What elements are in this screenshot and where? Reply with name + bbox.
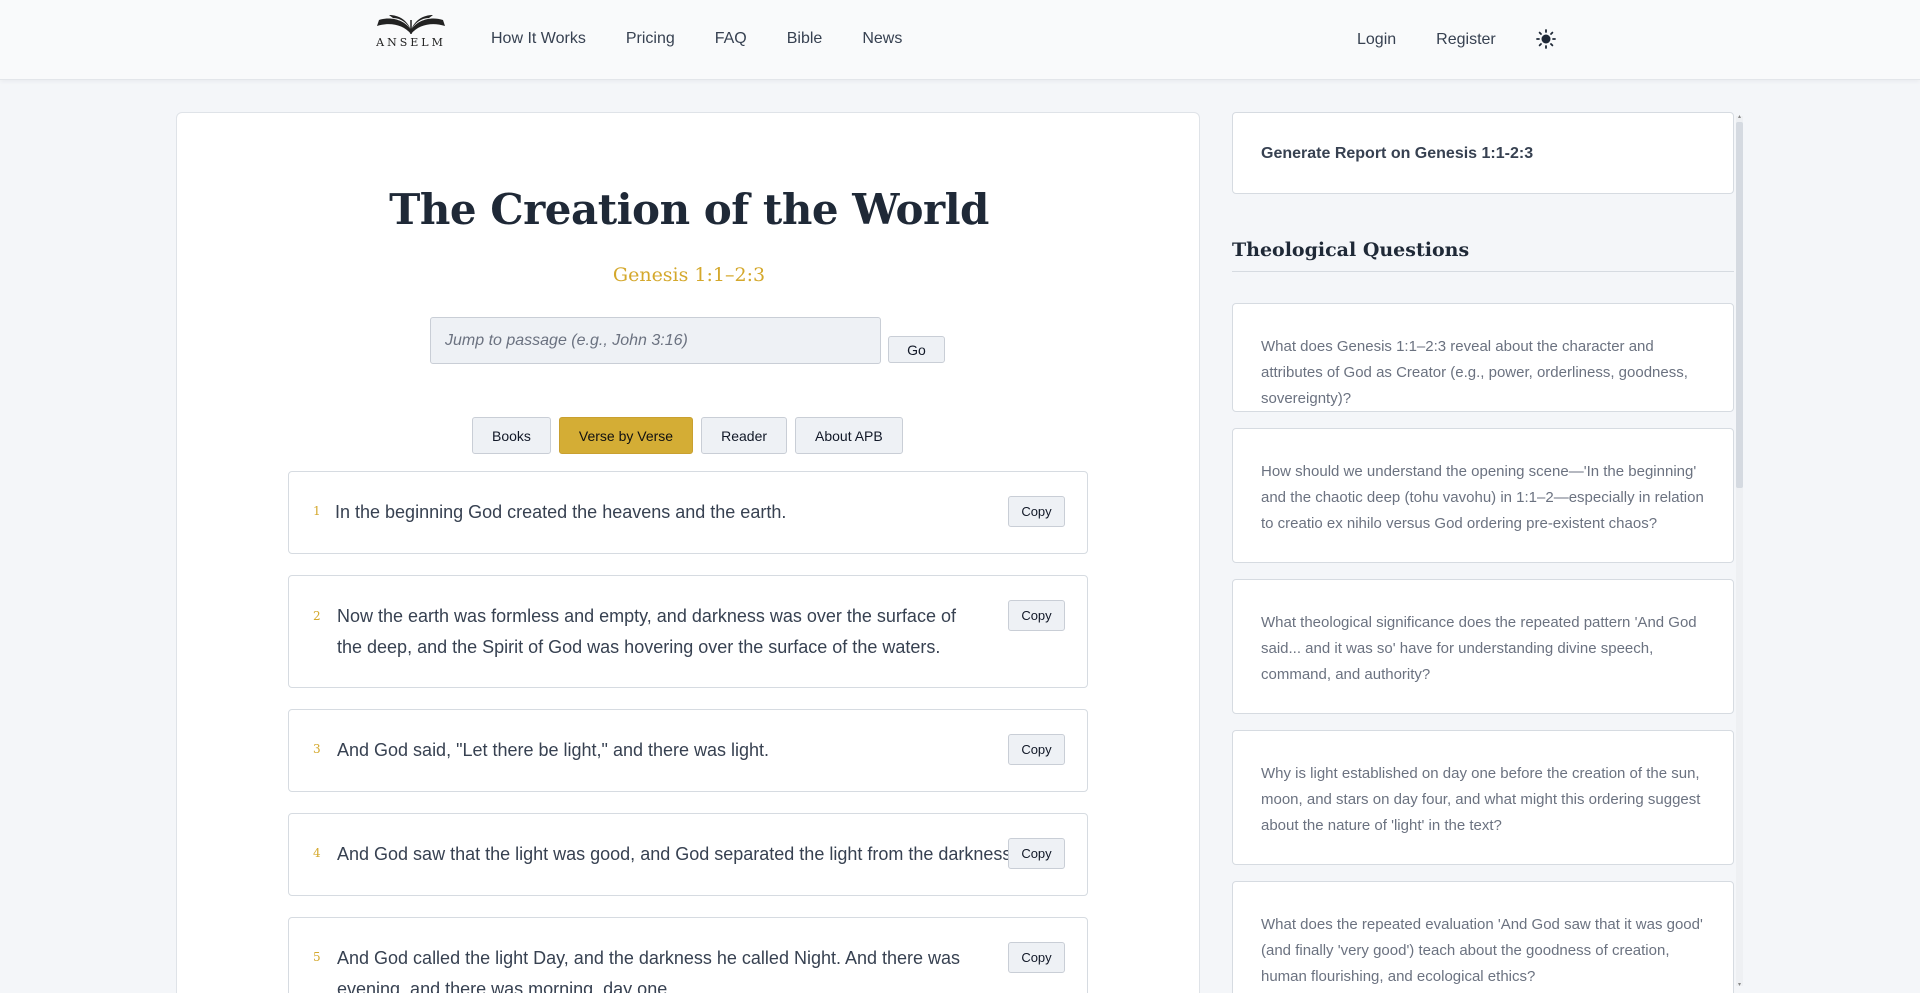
verse-card: 1 In the beginning God created the heave… [288, 471, 1088, 554]
verse-card: 3 And God said, "Let there be light," an… [288, 709, 1088, 792]
verse-card: 2 Now the earth was formless and empty, … [288, 575, 1088, 688]
verse-number: 5 [313, 950, 321, 964]
passage-reference: Genesis 1:1–2:3 [612, 264, 766, 286]
go-button[interactable]: Go [888, 336, 945, 363]
verse-card: 4 And God saw that the light was good, a… [288, 813, 1088, 896]
tab-verse-by-verse[interactable]: Verse by Verse [558, 417, 694, 454]
register-link[interactable]: Register [1436, 31, 1496, 49]
scroll-up-arrow-icon[interactable]: ▴ [1736, 114, 1743, 120]
question-card[interactable]: Why is light established on day one befo… [1232, 730, 1734, 865]
question-card[interactable]: What does Genesis 1:1–2:3 reveal about t… [1232, 303, 1734, 412]
nav-bible[interactable]: Bible [787, 30, 823, 48]
passage-panel: The Creation of the World Genesis 1:1–2:… [176, 112, 1200, 993]
verse-text: And God called the light Day, and the da… [337, 948, 961, 993]
nav-how-it-works[interactable]: How It Works [491, 30, 586, 48]
verse-text: In the beginning God created the heavens… [335, 502, 787, 522]
theological-questions-heading: Theological Questions [1232, 239, 1734, 272]
question-card[interactable]: What does the repeated evaluation 'And G… [1232, 881, 1734, 993]
tab-reader[interactable]: Reader [701, 417, 788, 454]
verse-number: 2 [313, 609, 321, 623]
study-sidebar: Generate Report on Genesis 1:1-2:3 Theol… [1232, 112, 1734, 993]
scroll-down-arrow-icon[interactable]: ▾ [1736, 982, 1743, 988]
sidebar-scrollbar[interactable]: ▴ ▾ [1736, 114, 1743, 988]
question-card[interactable]: What theological significance does the r… [1232, 579, 1734, 714]
logo-text: ANSELM [376, 36, 446, 49]
login-link[interactable]: Login [1357, 31, 1396, 49]
nav-pricing[interactable]: Pricing [626, 30, 675, 48]
tab-books[interactable]: Books [472, 417, 551, 454]
verse-number: 3 [313, 742, 321, 756]
copy-button[interactable]: Copy [1008, 600, 1065, 631]
view-tabs: Books Verse by Verse Reader About APB [472, 417, 911, 454]
site-header: ANSELM How It Works Pricing FAQ Bible Ne… [0, 0, 1920, 80]
tab-about-apb[interactable]: About APB [795, 417, 903, 454]
copy-button[interactable]: Copy [1008, 734, 1065, 765]
main-nav: How It Works Pricing FAQ Bible News [491, 30, 942, 48]
verse-text: And God saw that the light was good, and… [337, 844, 1017, 864]
generate-report-button[interactable]: Generate Report on Genesis 1:1-2:3 [1232, 112, 1734, 194]
jump-to-passage-input[interactable] [430, 317, 881, 364]
verse-text: Now the earth was formless and empty, an… [337, 606, 956, 657]
nav-news[interactable]: News [862, 30, 902, 48]
verse-number: 4 [313, 846, 321, 860]
verse-text: And God said, "Let there be light," and … [337, 740, 770, 760]
copy-button[interactable]: Copy [1008, 942, 1065, 973]
copy-button[interactable]: Copy [1008, 496, 1065, 527]
account-nav: Login Register [1357, 29, 1556, 50]
question-card[interactable]: How should we understand the opening sce… [1232, 428, 1734, 563]
theme-toggle-sun-icon[interactable] [1535, 29, 1556, 49]
scrollbar-thumb[interactable] [1736, 122, 1743, 488]
anselm-logo[interactable]: ANSELM [375, 14, 447, 54]
verse-number: 1 [313, 504, 321, 518]
page-title: The Creation of the World [389, 185, 989, 234]
verse-card: 5 And God called the light Day, and the … [288, 917, 1088, 993]
open-book-icon [377, 15, 445, 34]
nav-faq[interactable]: FAQ [715, 30, 747, 48]
copy-button[interactable]: Copy [1008, 838, 1065, 869]
